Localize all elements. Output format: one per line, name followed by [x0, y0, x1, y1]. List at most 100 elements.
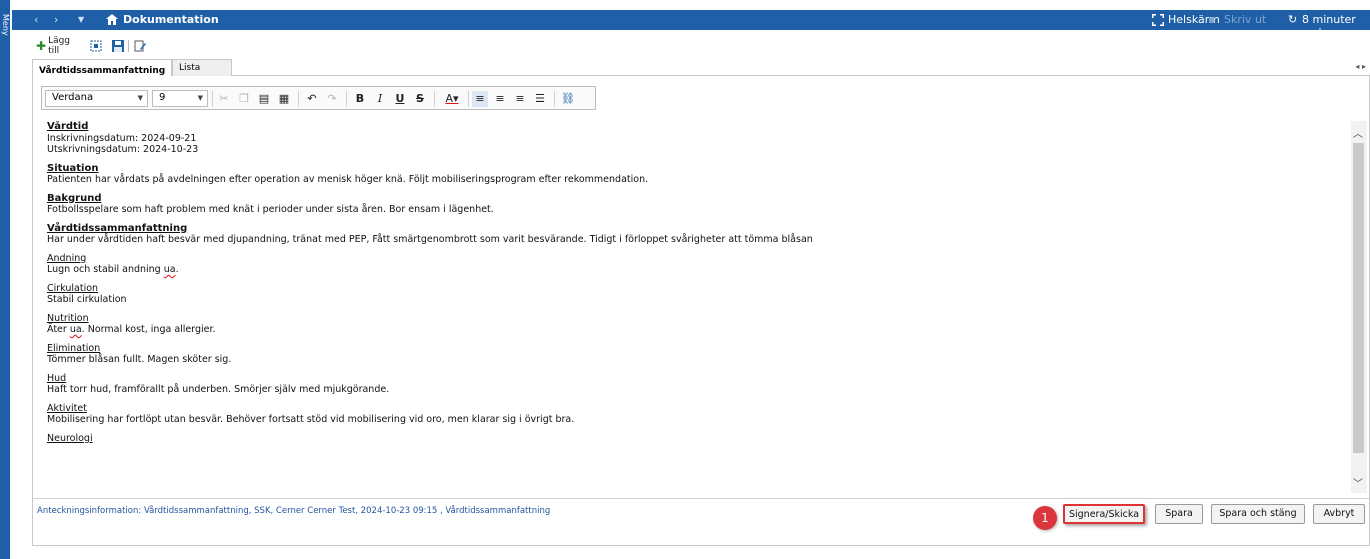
section-bakgrund: Bakgrund Fotbollsspelare som haft proble… — [47, 193, 1337, 216]
section-text: Stabil cirkulation — [47, 294, 127, 305]
page-title: Dokumentation — [123, 13, 219, 26]
separator — [128, 38, 129, 54]
separator — [298, 91, 299, 107]
text-span: . — [175, 264, 179, 275]
back-icon[interactable]: ‹ — [34, 13, 38, 26]
section-heading: Nutrition — [47, 312, 89, 324]
italic-icon[interactable]: I — [372, 91, 388, 107]
cancel-button[interactable]: Avbryt — [1313, 504, 1365, 524]
section-text: Tömmer blåsan fullt. Magen sköter sig. — [47, 354, 232, 365]
section-heading: Hud — [47, 372, 67, 384]
text-span: Äter — [47, 324, 70, 335]
section-heading: Vårdtidssammanfattning — [47, 222, 188, 234]
chevron-down-icon[interactable]: ﹀ — [1353, 475, 1363, 490]
note-info: Anteckningsinformation: Vårdtidssammanfa… — [37, 506, 551, 516]
text-span: . Normal kost, inga allergier. — [81, 324, 216, 335]
section-hud: Hud Haft torr hud, framförallt på underb… — [47, 373, 1337, 396]
tab-vardtidssammanfattning[interactable]: Vårdtidssammanfattning✕ — [32, 59, 180, 76]
dropdown-icon[interactable]: ▼ — [78, 15, 84, 24]
plus-icon: ✚ — [36, 39, 47, 53]
paste-icon[interactable]: ▤ — [256, 91, 272, 107]
save-icon[interactable] — [112, 38, 124, 54]
tab-bar: Vårdtidssammanfattning✕ Lista ◂ ▸ — [32, 59, 1370, 76]
undo-icon[interactable]: ↶ — [304, 91, 320, 107]
add-button-label: Lägg till — [48, 36, 71, 56]
section-heading: Cirkulation — [47, 282, 99, 294]
divider — [33, 498, 1369, 499]
app-window: Meny ‹ › ▼ Dokumentation Helskärm ▪ Skri… — [0, 0, 1370, 559]
spellcheck-word: ua — [163, 264, 176, 275]
section-vardtid: Vårdtid Inskrivningsdatum: 2024-09-21 Ut… — [47, 121, 1337, 156]
section-aktivitet: Aktivitet Mobilisering har fortlöpt utan… — [47, 403, 1337, 426]
home-icon[interactable] — [106, 14, 118, 25]
align-center-icon[interactable]: ≡ — [492, 91, 508, 107]
tab-scroll-icon[interactable]: ◂ ▸ — [1355, 62, 1366, 71]
font-color-icon[interactable]: A▾ — [440, 91, 464, 107]
copy-icon[interactable]: ❐ — [236, 91, 252, 107]
section-vardtidssammanfattning: Vårdtidssammanfattning Har under vårdtid… — [47, 223, 1337, 246]
separator — [554, 91, 555, 107]
fullscreen-icon[interactable] — [1152, 14, 1164, 26]
refresh-icon[interactable]: ↻ — [1288, 13, 1297, 26]
separator — [434, 91, 435, 107]
scrollbar-thumb[interactable] — [1353, 143, 1364, 453]
section-heading: Vårdtid — [47, 121, 89, 132]
section-heading: Aktivitet — [47, 402, 87, 414]
section-elimination: Elimination Tömmer blåsan fullt. Magen s… — [47, 343, 1337, 366]
section-nutrition: Nutrition Äter ua. Normal kost, inga all… — [47, 313, 1337, 336]
font-select[interactable]: Verdana ▼ — [45, 90, 148, 107]
side-menu[interactable]: Meny — [0, 0, 10, 559]
spellcheck-word: ua — [69, 324, 82, 335]
section-heading: Andning — [47, 252, 87, 264]
add-button[interactable]: ✚ Lägg till — [36, 36, 71, 56]
refresh-status[interactable]: 8 minuter sedan — [1302, 13, 1370, 39]
save-close-button[interactable]: Spara och stäng — [1211, 504, 1305, 524]
editor-panel: Verdana ▼ 9 ▼ ✂ ❐ ▤ ▦ ↶ ↷ B I U S A▾ ≡ ≡ — [32, 76, 1370, 546]
print-icon: ▪ — [1208, 13, 1216, 26]
sign-send-button[interactable]: Signera/Skicka — [1063, 504, 1145, 524]
font-select-value: Verdana — [52, 92, 94, 103]
align-left-icon[interactable]: ≡ — [472, 91, 488, 107]
select-icon[interactable] — [90, 38, 102, 54]
text-span: Lugn och stabil andning — [47, 264, 164, 275]
format-toolbar: Verdana ▼ 9 ▼ ✂ ❐ ▤ ▦ ↶ ↷ B I U S A▾ ≡ ≡ — [41, 86, 596, 110]
font-size-select[interactable]: 9 ▼ — [152, 90, 208, 107]
step-callout-badge: 1 — [1033, 506, 1057, 530]
separator — [346, 91, 347, 107]
section-text: Fotbollsspelare som haft problem med knä… — [47, 204, 494, 215]
section-text: Har under vårdtiden haft besvär med djup… — [47, 234, 813, 245]
section-heading: Neurologi — [47, 432, 93, 444]
section-heading: Elimination — [47, 342, 101, 354]
forward-icon[interactable]: › — [54, 13, 58, 26]
link-icon[interactable]: ⛓ — [560, 91, 576, 107]
cut-icon[interactable]: ✂ — [216, 91, 232, 107]
font-size-value: 9 — [159, 92, 166, 103]
discharge-date: Utskrivningsdatum: 2024-10-23 — [47, 144, 199, 155]
vertical-scrollbar[interactable]: ︿ ﹀ — [1351, 121, 1367, 493]
admission-date: Inskrivningsdatum: 2024-09-21 — [47, 132, 197, 144]
section-text: Äter ua. Normal kost, inga allergier. — [47, 324, 1337, 336]
redo-icon[interactable]: ↷ — [324, 91, 340, 107]
section-text: Lugn och stabil andning ua. — [47, 264, 1337, 276]
tab-label: Lista — [179, 63, 201, 73]
separator — [212, 91, 213, 107]
tab-lista[interactable]: Lista — [172, 59, 232, 76]
tab-label: Vårdtidssammanfattning — [39, 66, 166, 76]
save-button[interactable]: Spara — [1155, 504, 1203, 524]
section-situation: Situation Patienten har vårdats på avdel… — [47, 163, 1337, 186]
document-body[interactable]: Vårdtid Inskrivningsdatum: 2024-09-21 Ut… — [47, 121, 1337, 487]
chevron-up-icon[interactable]: ︿ — [1353, 125, 1363, 140]
align-right-icon[interactable]: ≡ — [512, 91, 528, 107]
section-heading: Situation — [47, 162, 99, 174]
chevron-down-icon: ▼ — [197, 94, 203, 102]
edit-icon[interactable] — [134, 38, 146, 54]
paste-special-icon[interactable]: ▦ — [276, 91, 292, 107]
bold-icon[interactable]: B — [352, 91, 368, 107]
align-justify-icon[interactable]: ☰ — [532, 91, 548, 107]
underline-icon[interactable]: U — [392, 91, 408, 107]
section-neurologi: Neurologi — [47, 433, 1337, 445]
section-text: Patienten har vårdats på avdelningen eft… — [47, 174, 649, 185]
separator — [468, 91, 469, 107]
section-heading: Bakgrund — [47, 192, 102, 204]
strikethrough-icon[interactable]: S — [412, 91, 428, 107]
